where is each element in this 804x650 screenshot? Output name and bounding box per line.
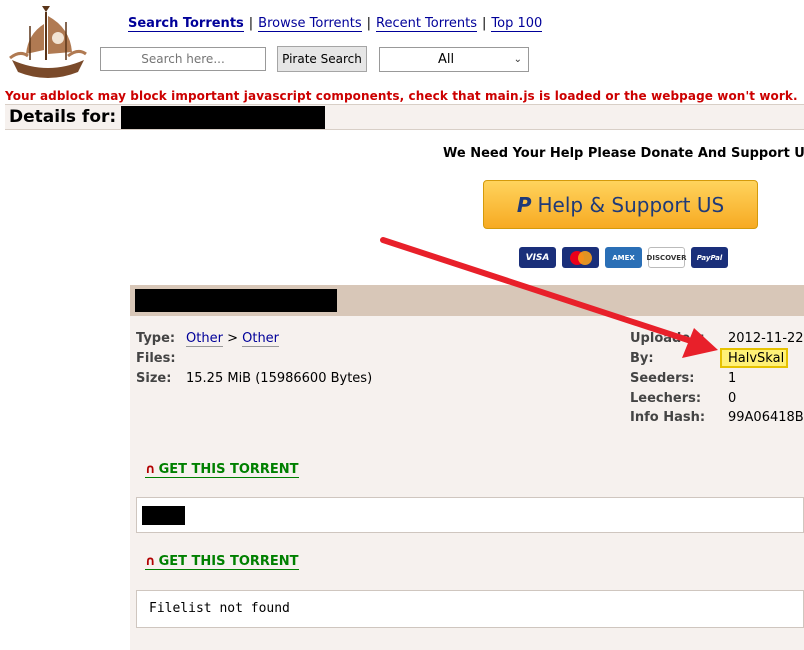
nav-browse-torrents[interactable]: Browse Torrents — [258, 16, 362, 32]
redacted-torrent-title — [135, 289, 337, 312]
get-torrent-label: GET THIS TORRENT — [158, 462, 299, 477]
seeders-value: 1 — [728, 371, 737, 386]
torrent-detail-frame: Type: Other > Other Files: Size: 15.25 M… — [130, 285, 804, 650]
torrent-title-bar — [130, 285, 804, 316]
info-hash-value: 99A06418BD — [728, 410, 804, 425]
pirate-ship-logo-icon[interactable] — [6, 2, 90, 82]
by-label: By: — [630, 351, 654, 366]
info-hash-label: Info Hash: — [630, 410, 706, 425]
redacted-description — [142, 506, 185, 525]
uploaded-value: 2012-11-22 — [728, 331, 804, 346]
size-value: 15.25 MiB (15986600 Bytes) — [186, 371, 373, 386]
payment-cards: VISA AMEX DISCOVER PayPal — [519, 247, 728, 268]
type-link[interactable]: Other — [186, 331, 223, 347]
paypal-card-icon: PayPal — [691, 247, 728, 268]
pirate-search-button[interactable]: Pirate Search — [277, 46, 367, 72]
amex-card-icon: AMEX — [605, 247, 642, 268]
get-torrent-label: GET THIS TORRENT — [158, 554, 299, 569]
nav-separator: | — [248, 16, 254, 31]
type-value: Other > Other — [186, 331, 280, 347]
mastercard-card-icon — [562, 247, 599, 268]
leechers-value: 0 — [728, 391, 737, 406]
adblock-warning: Your adblock may block important javascr… — [5, 89, 798, 103]
category-select[interactable]: All ⌄ — [379, 47, 529, 72]
nav-separator: | — [366, 16, 371, 31]
search-input[interactable]: Search here... — [100, 47, 266, 71]
donate-text: We Need Your Help Please Donate And Supp… — [443, 146, 804, 161]
nav-separator: | — [482, 16, 487, 31]
details-bar: Details for: — [5, 104, 804, 130]
category-selected-value: All — [437, 52, 455, 67]
help-support-button[interactable]: P Help & Support US — [483, 180, 758, 229]
filelist-box: Filelist not found — [136, 590, 804, 628]
get-torrent-link[interactable]: ∩ GET THIS TORRENT — [145, 462, 299, 478]
get-torrent-link[interactable]: ∩ GET THIS TORRENT — [145, 554, 299, 570]
uploader-link[interactable]: HalvSkal — [728, 351, 784, 366]
nav-search-torrents[interactable]: Search Torrents — [128, 16, 244, 32]
details-title: Details for: — [9, 107, 117, 127]
redacted-title-block — [121, 106, 325, 129]
magnet-icon: ∩ — [145, 554, 156, 569]
magnet-icon: ∩ — [145, 462, 156, 477]
discover-card-icon: DISCOVER — [647, 247, 686, 268]
nav-recent-torrents[interactable]: Recent Torrents — [376, 16, 478, 32]
description-box — [136, 497, 804, 533]
subtype-link[interactable]: Other — [242, 331, 280, 347]
files-label: Files: — [136, 351, 176, 366]
leechers-label: Leechers: — [630, 391, 702, 406]
uploaded-label: Uploaded: — [630, 331, 705, 346]
size-label: Size: — [136, 371, 172, 386]
type-label: Type: — [136, 331, 176, 346]
chevron-down-icon: ⌄ — [513, 54, 522, 65]
visa-card-icon: VISA — [519, 247, 556, 268]
paypal-icon: P — [516, 192, 532, 217]
help-support-label: Help & Support US — [537, 192, 725, 217]
nav-top-100[interactable]: Top 100 — [491, 16, 543, 32]
seeders-label: Seeders: — [630, 371, 695, 386]
type-separator: > — [227, 331, 238, 346]
top-nav: Search Torrents | Browse Torrents | Recent T… — [128, 16, 543, 32]
